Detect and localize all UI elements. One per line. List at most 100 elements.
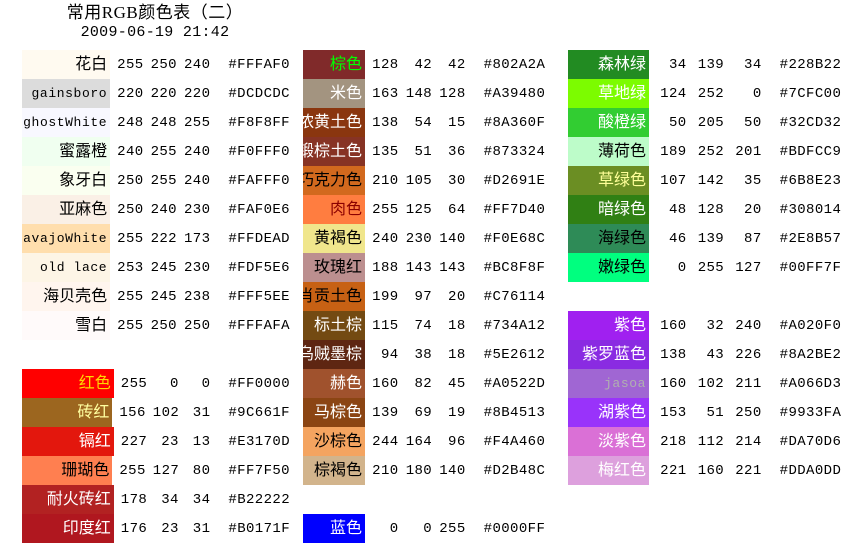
color-row: 淡紫色 218 112 214 #DA70D6	[550, 427, 856, 456]
color-channel-g: 74	[414, 317, 433, 334]
color-channel-r: 255	[117, 56, 144, 73]
color-column-3: 森林绿 34 139 34 #228B22 草地绿 124 252 0 #7CFC00 酸橙绿 50 2…	[550, 50, 856, 485]
color-row: 肖贡土色 199 97 20 #C76114	[290, 282, 550, 311]
color-channel-b: 221	[735, 462, 762, 479]
color-swatch: 梅红色	[568, 456, 650, 485]
color-swatch: 玫瑰红	[303, 253, 365, 282]
color-group-blues: 蓝色 0 0 255 #0000FF	[290, 514, 550, 543]
color-name-label: 湖紫色	[598, 403, 647, 421]
color-channel-b: 34	[744, 56, 762, 73]
color-swatch: 紫罗蓝色	[568, 340, 650, 369]
color-channel-g: 252	[697, 85, 725, 102]
color-channel-g: 128	[697, 201, 725, 218]
color-group-whites: 花白 255 250 240 #FFFAF0 gainsboro 220 220 220 #DCD…	[0, 50, 290, 340]
color-channel-g: 180	[405, 462, 433, 479]
color-channel-g: 38	[414, 346, 433, 363]
color-channel-b: 238	[183, 288, 211, 305]
color-row: 湖紫色 153 51 250 #9933FA	[550, 398, 856, 427]
color-name-label: 亚麻色	[59, 200, 108, 218]
color-name-label: 雪白	[75, 316, 108, 334]
color-channel-b: 127	[735, 259, 762, 276]
color-swatch: old lace	[22, 253, 111, 282]
color-swatch: 耐火砖红	[22, 485, 114, 514]
color-swatch: 珊瑚色	[22, 456, 113, 485]
color-hex-value: #FFDEAD	[228, 230, 290, 247]
color-hex-value: #9933FA	[779, 404, 842, 421]
color-swatch: 马棕色	[303, 398, 365, 427]
color-swatch: 湖紫色	[568, 398, 650, 427]
color-channel-b: 15	[448, 114, 466, 131]
color-channel-b: 230	[183, 201, 211, 218]
color-hex-value: #FAF0E6	[228, 201, 290, 218]
color-name-label: 海绿色	[598, 229, 647, 247]
color-name-label: 棕褐色	[313, 461, 362, 479]
color-channel-g: 255	[697, 259, 725, 276]
color-channel-g: 250	[150, 317, 177, 334]
color-channel-r: 250	[117, 201, 144, 218]
color-row: jasoa 160 102 211 #A066D3	[550, 369, 856, 398]
color-swatch: 嫩绿色	[568, 253, 650, 282]
color-hex-value: #FDF5E6	[228, 259, 290, 276]
color-channel-r: 156	[119, 404, 146, 421]
color-hex-value: #A39480	[483, 85, 546, 102]
color-group-browns: 棕色 128 42 42 #802A2A 米色 163 148 128 #A39480 锻浓黄土色 1…	[290, 50, 550, 485]
color-channel-b: 20	[448, 288, 466, 305]
color-channel-r: 240	[117, 143, 144, 160]
color-channel-r: 160	[372, 375, 399, 392]
color-hex-value: #B0171F	[228, 520, 291, 537]
color-name-label: 森林绿	[598, 55, 647, 73]
color-channel-g: 0	[423, 520, 433, 537]
color-channel-g: 97	[414, 288, 433, 305]
color-channel-b: 143	[439, 259, 466, 276]
color-swatch: 蜜露橙	[22, 137, 111, 166]
color-channel-g: 42	[414, 56, 433, 73]
color-channel-b: 50	[744, 114, 762, 131]
color-channel-r: 50	[668, 114, 687, 131]
color-hex-value: #DA70D6	[779, 433, 842, 450]
color-row: 巧克力色 210 105 30 #D2691E	[290, 166, 550, 195]
color-hex-value: #802A2A	[483, 56, 546, 73]
color-swatch: 黄褐色	[303, 224, 365, 253]
color-channel-b: 31	[192, 520, 211, 537]
group-separator	[550, 282, 856, 311]
color-group-greens: 森林绿 34 139 34 #228B22 草地绿 124 252 0 #7CFC00 酸橙绿 50 2…	[550, 50, 856, 282]
color-channel-g: 34	[161, 491, 179, 508]
color-channel-g: 51	[706, 404, 725, 421]
color-row: 海绿色 46 139 87 #2E8B57	[550, 224, 856, 253]
color-name-label: 耐火砖红	[46, 490, 111, 508]
color-name-label: gainsboro	[31, 85, 108, 101]
color-row: 紫色 160 32 240 #A020F0	[550, 311, 856, 340]
color-name-label: 镉红	[78, 432, 111, 450]
color-channel-r: 218	[660, 433, 687, 450]
color-hex-value: #5E2612	[483, 346, 546, 363]
color-channel-b: 31	[192, 404, 211, 421]
color-channel-b: 36	[448, 143, 466, 160]
color-channel-r: 255	[119, 462, 146, 479]
color-swatch: 海绿色	[568, 224, 650, 253]
color-name-label: 薄荷色	[598, 142, 647, 160]
color-channel-r: 178	[120, 491, 148, 508]
color-name-label: 草绿色	[598, 171, 647, 189]
color-channel-r: 250	[117, 172, 144, 189]
color-row: 酸橙绿 50 205 50 #32CD32	[550, 108, 856, 137]
color-row: 草地绿 124 252 0 #7CFC00	[550, 79, 856, 108]
color-channel-b: 240	[183, 172, 211, 189]
color-column-1: 花白 255 250 240 #FFFAF0 gainsboro 220 220 220 #DCD…	[0, 50, 290, 543]
color-channel-g: 127	[152, 462, 180, 479]
color-channel-g: 245	[150, 288, 177, 305]
color-hex-value: #00FF7F	[779, 259, 842, 276]
color-row: 薄荷色 189 252 201 #BDFCC9	[550, 137, 856, 166]
color-channel-b: 128	[439, 85, 466, 102]
color-row: 珊瑚色 255 127 80 #FF7F50	[0, 456, 290, 485]
color-hex-value: #BDFCC9	[779, 143, 842, 160]
color-row: 紫罗蓝色 138 43 226 #8A2BE2	[550, 340, 856, 369]
color-column-2: 棕色 128 42 42 #802A2A 米色 163 148 128 #A39480 锻浓黄土色 1…	[290, 50, 550, 543]
color-channel-g: 248	[150, 114, 177, 131]
color-name-label: 马棕色	[313, 403, 362, 421]
color-swatch: 锻浓黄土色	[303, 108, 365, 137]
color-channel-r: 176	[120, 520, 148, 537]
color-channel-b: 0	[752, 85, 762, 102]
color-channel-b: 220	[183, 85, 211, 102]
color-row: ghostWhite 248 248 255 #F8F8FF	[0, 108, 290, 137]
color-channel-r: 107	[660, 172, 687, 189]
